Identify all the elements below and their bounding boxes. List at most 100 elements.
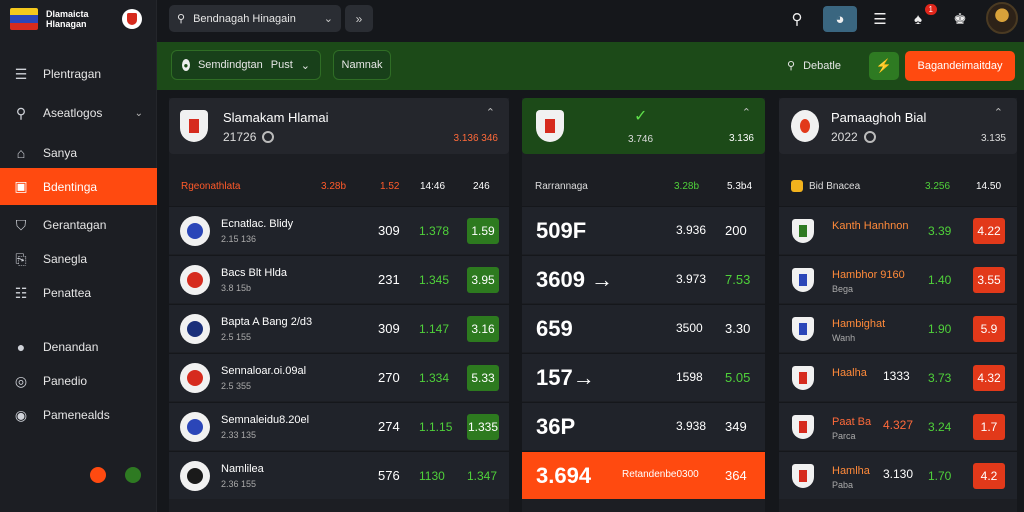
odds-box[interactable]: 4.22 [973, 218, 1005, 244]
odds-value[interactable]: 3.30 [725, 321, 750, 336]
sidebar-item-9[interactable]: ◉ Pamenealds [0, 398, 157, 432]
stat-value: 1598 [676, 370, 703, 384]
score-value: 509F [536, 218, 587, 243]
table-row[interactable]: Hambighat Wanh 1.90 5.9 [779, 304, 1017, 352]
tab-filter[interactable]: Namnak [333, 50, 391, 80]
odds-value[interactable]: 1.90 [928, 322, 951, 336]
table-row[interactable]: Hamlha Paba 3.130 1.70 4.2 [779, 451, 1017, 499]
user-settings-button[interactable]: ♚ [947, 6, 973, 32]
odds-box[interactable]: 1.347 [467, 469, 497, 483]
table-row[interactable]: Ecnatlac. Blidy 2.15 136 309 1.378 1.59 [169, 206, 509, 254]
odds-box[interactable]: 3.16 [467, 316, 499, 342]
table-row[interactable]: Bacs Blt Hlda 3.8 15b 231 1.345 3.95 [169, 255, 509, 303]
odds-value[interactable]: 1.1.15 [419, 420, 452, 434]
odds-box[interactable]: 5.9 [973, 316, 1005, 342]
odds-box[interactable]: 3.55 [973, 267, 1005, 293]
table-row[interactable]: Semnaleidu8.20el 2.33 135 274 1.1.15 1.335 [169, 402, 509, 450]
sidebar-item-3[interactable]: ▣ Bdentinga [0, 168, 157, 205]
odds-value[interactable]: 1130 [419, 469, 445, 483]
table-row[interactable]: Namlilea 2.36 155 576 1130 1.347 [169, 451, 509, 499]
filter-bar: ● Semdindgtan Pust ⌄ Namnak ⚲ Debatle ⚡ … [157, 42, 1024, 90]
sidebar-item-label: Pamenealds [43, 408, 110, 422]
sidebar-item-label: Aseatlogos [43, 106, 103, 120]
middle-panel: 3.746 ✓ 3.136 ⌃ Rarrannaga 3.28b 5.3b4 5… [522, 98, 765, 512]
chevron-up-icon[interactable]: ⌃ [994, 106, 1003, 119]
match-card-3[interactable]: Pamaaghoh Bial 2022 3.135 ⌃ [779, 98, 1017, 154]
team-name: Bapta A Bang 2/d3 [221, 316, 313, 328]
team-name: Namlilea [221, 463, 264, 475]
table-row[interactable]: 3.694 Retandenbe0300 364 [522, 451, 765, 499]
table-row[interactable]: Kanth Hanhnon 3.39 4.22 [779, 206, 1017, 254]
sidebar-item-7[interactable]: ● Denandan [0, 330, 157, 364]
table-row[interactable]: 659 3500 3.30 [522, 304, 765, 352]
odds-box[interactable]: 1.59 [467, 218, 499, 244]
odds-value[interactable]: 7.53 [725, 272, 750, 287]
notifications-button[interactable]: ♠ 1 [905, 4, 937, 32]
search-placeholder: Bendnagah Hinagain [193, 12, 296, 25]
match-card-1[interactable]: Slamakam Hlamai 21726 3.136 346 ⌃ [169, 98, 509, 154]
status-dot-orange[interactable] [90, 467, 106, 483]
chevron-up-icon[interactable]: ⌃ [486, 106, 495, 119]
odds-box[interactable]: 4.32 [973, 365, 1005, 391]
odds-box[interactable]: 5.33 [467, 365, 499, 391]
menu-icon: ☰ [873, 11, 887, 28]
sidebar-item-label: Panedio [43, 374, 88, 388]
filter-search[interactable]: ⚲ Debatle [787, 59, 841, 73]
odds-value[interactable]: 1.70 [928, 469, 951, 483]
table-row[interactable]: 509F 3.936 200 [522, 206, 765, 254]
table-header: Rgeonathlata 3.28b 1.52 14:46 246 [169, 168, 509, 204]
search-input[interactable]: ⚲ Bendnagah Hinagain ⌄ [169, 5, 341, 32]
table-row[interactable]: 36P 3.938 349 [522, 402, 765, 450]
sidebar-item-label: Sanya [43, 146, 78, 160]
stat-value: 270 [378, 370, 400, 385]
avatar[interactable] [986, 2, 1018, 34]
sidebar-item-2[interactable]: ⌂ Sanya [0, 136, 157, 170]
league-select[interactable]: ● Semdindgtan Pust ⌄ [171, 50, 321, 80]
cta-button[interactable]: Bagandeimaitday [905, 51, 1015, 81]
odds-box[interactable]: 4.2 [973, 463, 1005, 489]
odds-value[interactable]: 3.39 [928, 224, 951, 238]
odds-box[interactable]: 1.335 [467, 414, 499, 440]
odds-value[interactable]: 364 [725, 468, 747, 483]
odds-value[interactable]: 200 [725, 223, 747, 238]
sidebar-item-5[interactable]: ⎘ Sanegla [0, 242, 157, 276]
status-dot-green[interactable] [125, 467, 141, 483]
table-row[interactable]: 157→ 1598 5.05 [522, 353, 765, 401]
odds-value[interactable]: 1.40 [928, 273, 951, 287]
sidebar-item-1[interactable]: ⚲ Aseatlogos ⌄ [0, 96, 157, 130]
refresh-button[interactable]: ⚡ [869, 52, 899, 80]
search-button[interactable]: ⚲ [784, 6, 810, 32]
collapse-button[interactable]: » [345, 5, 373, 32]
match-card-2[interactable]: 3.746 ✓ 3.136 ⌃ [522, 98, 765, 154]
table-row[interactable]: Hambhor 9160 Bega 1.40 3.55 [779, 255, 1017, 303]
odds-value[interactable]: 3.73 [928, 371, 951, 385]
chevron-up-icon[interactable]: ⌃ [742, 106, 751, 119]
odds-value[interactable]: 5.05 [725, 370, 750, 385]
odds-box[interactable]: 3.95 [467, 267, 499, 293]
chevron-down-icon[interactable]: ⌄ [324, 12, 333, 25]
brand[interactable]: Dlamaicta Hlanagan [10, 6, 150, 32]
flag-logo-icon [10, 8, 38, 30]
sidebar-item-4[interactable]: ⛉ Gerantagan [0, 208, 157, 242]
odds-value[interactable]: 1.378 [419, 224, 449, 238]
team-name: Ecnatlac. Blidy [221, 218, 294, 230]
odds-value[interactable]: 1.334 [419, 371, 449, 385]
team-name: Hambhor 9160 [832, 269, 905, 281]
table-row[interactable]: 3609 → 3.973 7.53 [522, 255, 765, 303]
odds-value[interactable]: 1.345 [419, 273, 449, 287]
odds-box[interactable]: 1.7 [973, 414, 1005, 440]
col-header-2: 5.3b4 [727, 180, 753, 192]
table-row[interactable]: Haalha 1333 3.73 4.32 [779, 353, 1017, 401]
table-row[interactable]: Bapta A Bang 2/d3 2.5 155 309 1.147 3.16 [169, 304, 509, 352]
odds-value[interactable]: 3.24 [928, 420, 951, 434]
menu-button[interactable]: ☰ [867, 6, 893, 32]
sidebar-item-8[interactable]: ◎ Panedio [0, 364, 157, 398]
sidebar-item-0[interactable]: ☰ Plentragan [0, 57, 157, 91]
team-logo-icon [180, 461, 210, 491]
profile-button[interactable]: ◕ [823, 6, 857, 32]
table-row[interactable]: Paat Ba Parca 4.327 3.24 1.7 [779, 402, 1017, 450]
table-row[interactable]: Sennaloar.oi.09al 2.5 355 270 1.334 5.33 [169, 353, 509, 401]
sidebar-item-6[interactable]: ☷ Penattea [0, 276, 157, 310]
odds-value[interactable]: 1.147 [419, 322, 449, 336]
odds-value[interactable]: 349 [725, 419, 747, 434]
